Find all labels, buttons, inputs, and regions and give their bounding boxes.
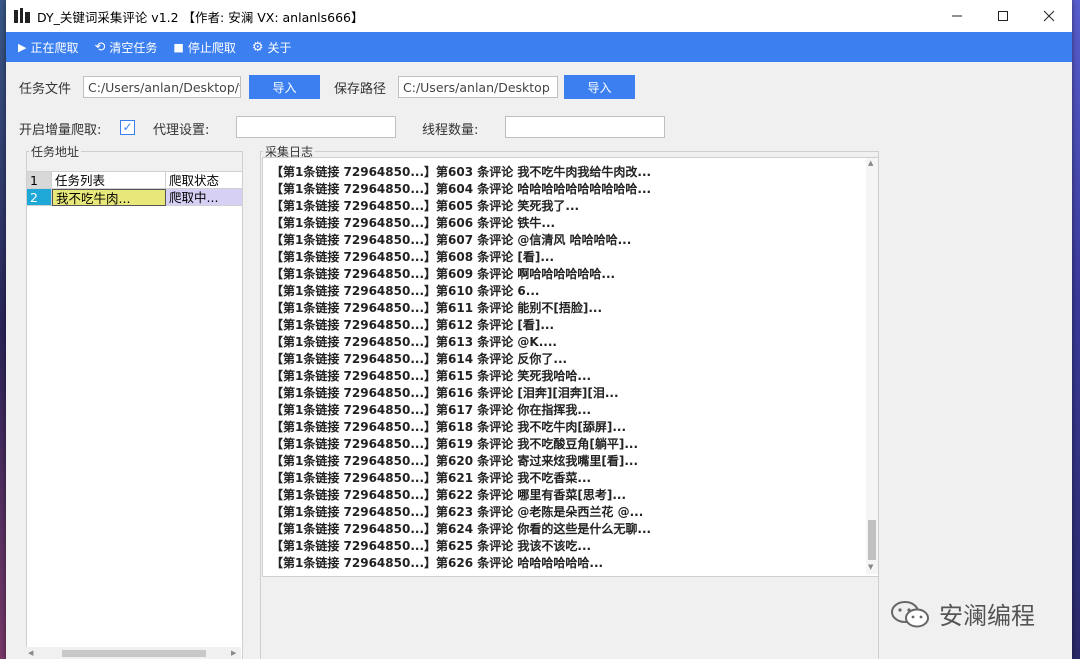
stop-icon: ■: [173, 40, 184, 54]
log-line: 【第1条链接 72964850...】第621 条评论 我不吃香菜...: [271, 471, 592, 485]
log-line: 【第1条链接 72964850...】第626 条评论 哈哈哈哈哈哈...: [271, 556, 604, 570]
scroll-up-icon[interactable]: ▲: [868, 159, 873, 167]
scroll-right-icon[interactable]: ▶: [231, 649, 236, 657]
log-vertical-scrollbar[interactable]: ▲ ▼: [866, 158, 878, 574]
threads-label: 线程数量:: [422, 123, 479, 138]
task-name-cell[interactable]: 我不吃牛肉...: [52, 189, 166, 206]
gear-icon: ⚙: [251, 39, 264, 55]
play-icon: ▶: [18, 40, 27, 54]
clear-tasks-label: 清空任务: [109, 40, 158, 55]
task-file-field[interactable]: C:/Users/anlan/Desktop/t: [83, 76, 241, 98]
title-bar: DY_关键词采集评论 v1.2 【作者: 安澜 VX: anlanls666】: [6, 0, 1072, 32]
minimize-icon: [952, 15, 962, 17]
scroll-left-icon[interactable]: ◀: [28, 649, 33, 657]
log-line: 【第1条链接 72964850...】第624 条评论 你看的这些是什么无聊..…: [271, 522, 652, 536]
column-header-task[interactable]: 任务列表: [52, 172, 166, 189]
log-line: 【第1条链接 72964850...】第619 条评论 我不吃酸豆角[躺平]..…: [271, 437, 639, 451]
save-path-field[interactable]: C:/Users/anlan/Desktop: [398, 76, 558, 98]
close-button[interactable]: [1026, 0, 1072, 32]
refresh-icon: ⟲: [94, 39, 106, 55]
close-icon: [1043, 10, 1055, 22]
about-button[interactable]: ⚙ 关于: [252, 39, 292, 56]
wechat-icon: [891, 600, 929, 627]
start-crawl-button[interactable]: ▶ 正在爬取: [18, 39, 78, 56]
log-line: 【第1条链接 72964850...】第616 条评论 [泪奔][泪奔][泪..…: [271, 386, 619, 400]
log-line: 【第1条链接 72964850...】第625 条评论 我该不该吃...: [271, 539, 592, 553]
log-textarea[interactable]: 【第1条链接 72964850...】第603 条评论 我不吃牛肉我给牛肉改..…: [262, 157, 879, 577]
task-status-cell[interactable]: 爬取中...: [166, 189, 242, 206]
scrollbar-thumb[interactable]: [62, 650, 206, 657]
toolbar: ▶ 正在爬取 ⟲ 清空任务 ■ 停止爬取 ⚙ 关于: [6, 32, 1072, 62]
log-line: 【第1条链接 72964850...】第614 条评论 反你了...: [271, 352, 568, 366]
stop-crawl-button[interactable]: ■ 停止爬取: [173, 39, 235, 56]
app-logo-icon: [14, 8, 30, 24]
log-line: 【第1条链接 72964850...】第609 条评论 啊哈哈哈哈哈哈...: [271, 267, 616, 281]
incremental-crawl-label: 开启增量爬取:: [19, 123, 102, 138]
row-index-cell: 2: [27, 189, 52, 206]
save-path-label: 保存路径: [334, 82, 387, 97]
scroll-down-icon[interactable]: ▼: [868, 563, 873, 571]
incremental-crawl-checkbox[interactable]: ✓: [120, 120, 135, 135]
window-controls: [934, 0, 1072, 32]
stop-crawl-label: 停止爬取: [187, 40, 236, 55]
header-index-cell: 1: [27, 172, 52, 189]
start-crawl-label: 正在爬取: [30, 40, 79, 55]
threads-field[interactable]: [505, 116, 665, 138]
scrollbar-thumb[interactable]: [868, 520, 876, 560]
log-line: 【第1条链接 72964850...】第608 条评论 [看]...: [271, 250, 555, 264]
watermark: 安澜编程: [889, 596, 1035, 631]
log-line: 【第1条链接 72964850...】第603 条评论 我不吃牛肉我给牛肉改..…: [271, 165, 652, 179]
app-window: DY_关键词采集评论 v1.2 【作者: 安澜 VX: anlanls666】 …: [6, 0, 1072, 659]
minimize-button[interactable]: [934, 0, 980, 32]
task-group-title: 任务地址: [29, 143, 82, 160]
log-line: 【第1条链接 72964850...】第604 条评论 哈哈哈哈哈哈哈哈哈哈..…: [271, 182, 652, 196]
maximize-icon: [998, 11, 1008, 21]
column-header-status[interactable]: 爬取状态: [166, 172, 242, 189]
import-save-path-button[interactable]: 导入: [564, 75, 635, 99]
log-line: 【第1条链接 72964850...】第618 条评论 我不吃牛肉[舔屏]...: [271, 420, 627, 434]
log-line: 【第1条链接 72964850...】第605 条评论 笑死我了...: [271, 199, 580, 213]
table-header-row: 1 任务列表 爬取状态: [27, 172, 242, 189]
watermark-text: 安澜编程: [939, 602, 1035, 630]
log-line: 【第1条链接 72964850...】第617 条评论 你在指挥我...: [271, 403, 592, 417]
log-line: 【第1条链接 72964850...】第606 条评论 铁牛...: [271, 216, 556, 230]
proxy-label: 代理设置:: [153, 123, 210, 138]
window-title: DY_关键词采集评论 v1.2 【作者: 安澜 VX: anlanls666】: [37, 9, 364, 25]
log-line: 【第1条链接 72964850...】第620 条评论 寄过来炫我嘴里[看]..…: [271, 454, 639, 468]
log-line: 【第1条链接 72964850...】第623 条评论 @老陈是朵西兰花 @..…: [271, 505, 644, 519]
log-line: 【第1条链接 72964850...】第611 条评论 能别不[捂脸]...: [271, 301, 603, 315]
log-line: 【第1条链接 72964850...】第615 条评论 笑死我哈哈...: [271, 369, 592, 383]
table-row[interactable]: 2 我不吃牛肉... 爬取中...: [27, 189, 242, 206]
log-line: 【第1条链接 72964850...】第607 条评论 @信清风 哈哈哈哈...: [271, 233, 632, 247]
import-task-file-button[interactable]: 导入: [249, 75, 320, 99]
proxy-field[interactable]: [236, 116, 396, 138]
task-table-horizontal-scrollbar[interactable]: ◀ ▶: [26, 647, 241, 659]
clear-tasks-button[interactable]: ⟲ 清空任务: [94, 39, 157, 56]
task-table: 1 任务列表 爬取状态 2 我不吃牛肉... 爬取中...: [26, 171, 243, 659]
about-label: 关于: [267, 40, 292, 55]
log-line: 【第1条链接 72964850...】第610 条评论 6...: [271, 284, 540, 298]
task-file-label: 任务文件: [19, 82, 72, 97]
maximize-button[interactable]: [980, 0, 1026, 32]
log-line: 【第1条链接 72964850...】第622 条评论 哪里有香菜[思考]...: [271, 488, 627, 502]
log-line: 【第1条链接 72964850...】第612 条评论 [看]...: [271, 318, 555, 332]
log-line: 【第1条链接 72964850...】第613 条评论 @K....: [271, 335, 557, 349]
